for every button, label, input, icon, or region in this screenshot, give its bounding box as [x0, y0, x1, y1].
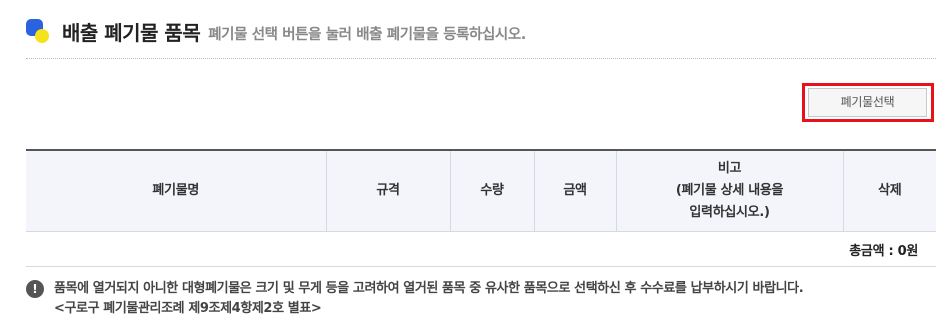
select-waste-button[interactable]: 폐기물선택 [808, 88, 927, 117]
notice-text: 품목에 열거되지 아니한 대형폐기물은 크기 및 무게 등을 고려하여 열거된 … [54, 279, 804, 319]
note-header-line2: (폐기물 상세 내용을 [675, 183, 784, 198]
page-title: 배출 폐기물 품목 [62, 20, 201, 45]
exclamation-icon: ! [26, 280, 44, 298]
column-header-amount: 금액 [533, 149, 616, 232]
notice: ! 품목에 열거되지 아니한 대형폐기물은 크기 및 무게 등을 고려하여 열거… [26, 279, 936, 319]
note-header-line1: 비고 [717, 161, 742, 176]
notice-line-2: <구로구 폐기물관리조례 제9조제4항제2호 별표> [54, 301, 322, 316]
section-header: 배출 폐기물 품목 폐기물 선택 버튼을 눌러 배출 폐기물을 등록하십시오. [26, 16, 936, 46]
title-dots-icon [26, 19, 50, 43]
page-subtitle: 폐기물 선택 버튼을 눌러 배출 폐기물을 등록하십시오. [208, 26, 526, 43]
column-header-qty: 수량 [449, 149, 534, 232]
waste-items-table: 폐기물명 규격 수량 금액 비고 (폐기물 상세 내용을 입력하십시오.) 삭제… [26, 149, 936, 267]
note-header-line3: 입력하십시오.) [689, 205, 770, 220]
notice-line-1: 품목에 열거되지 아니한 대형폐기물은 크기 및 무게 등을 고려하여 열거된 … [54, 281, 804, 296]
total-amount: 총금액 : 0원 [26, 231, 936, 267]
table-header-row: 폐기물명 규격 수량 금액 비고 (폐기물 상세 내용을 입력하십시오.) 삭제 [26, 149, 936, 232]
total-row: 총금액 : 0원 [26, 231, 936, 267]
column-header-note: 비고 (폐기물 상세 내용을 입력하십시오.) [615, 149, 843, 232]
yellow-dot-icon [35, 29, 49, 43]
column-header-spec: 규격 [325, 149, 450, 232]
column-header-delete: 삭제 [842, 149, 936, 232]
header-divider [26, 58, 936, 59]
column-header-name: 폐기물명 [26, 149, 326, 232]
